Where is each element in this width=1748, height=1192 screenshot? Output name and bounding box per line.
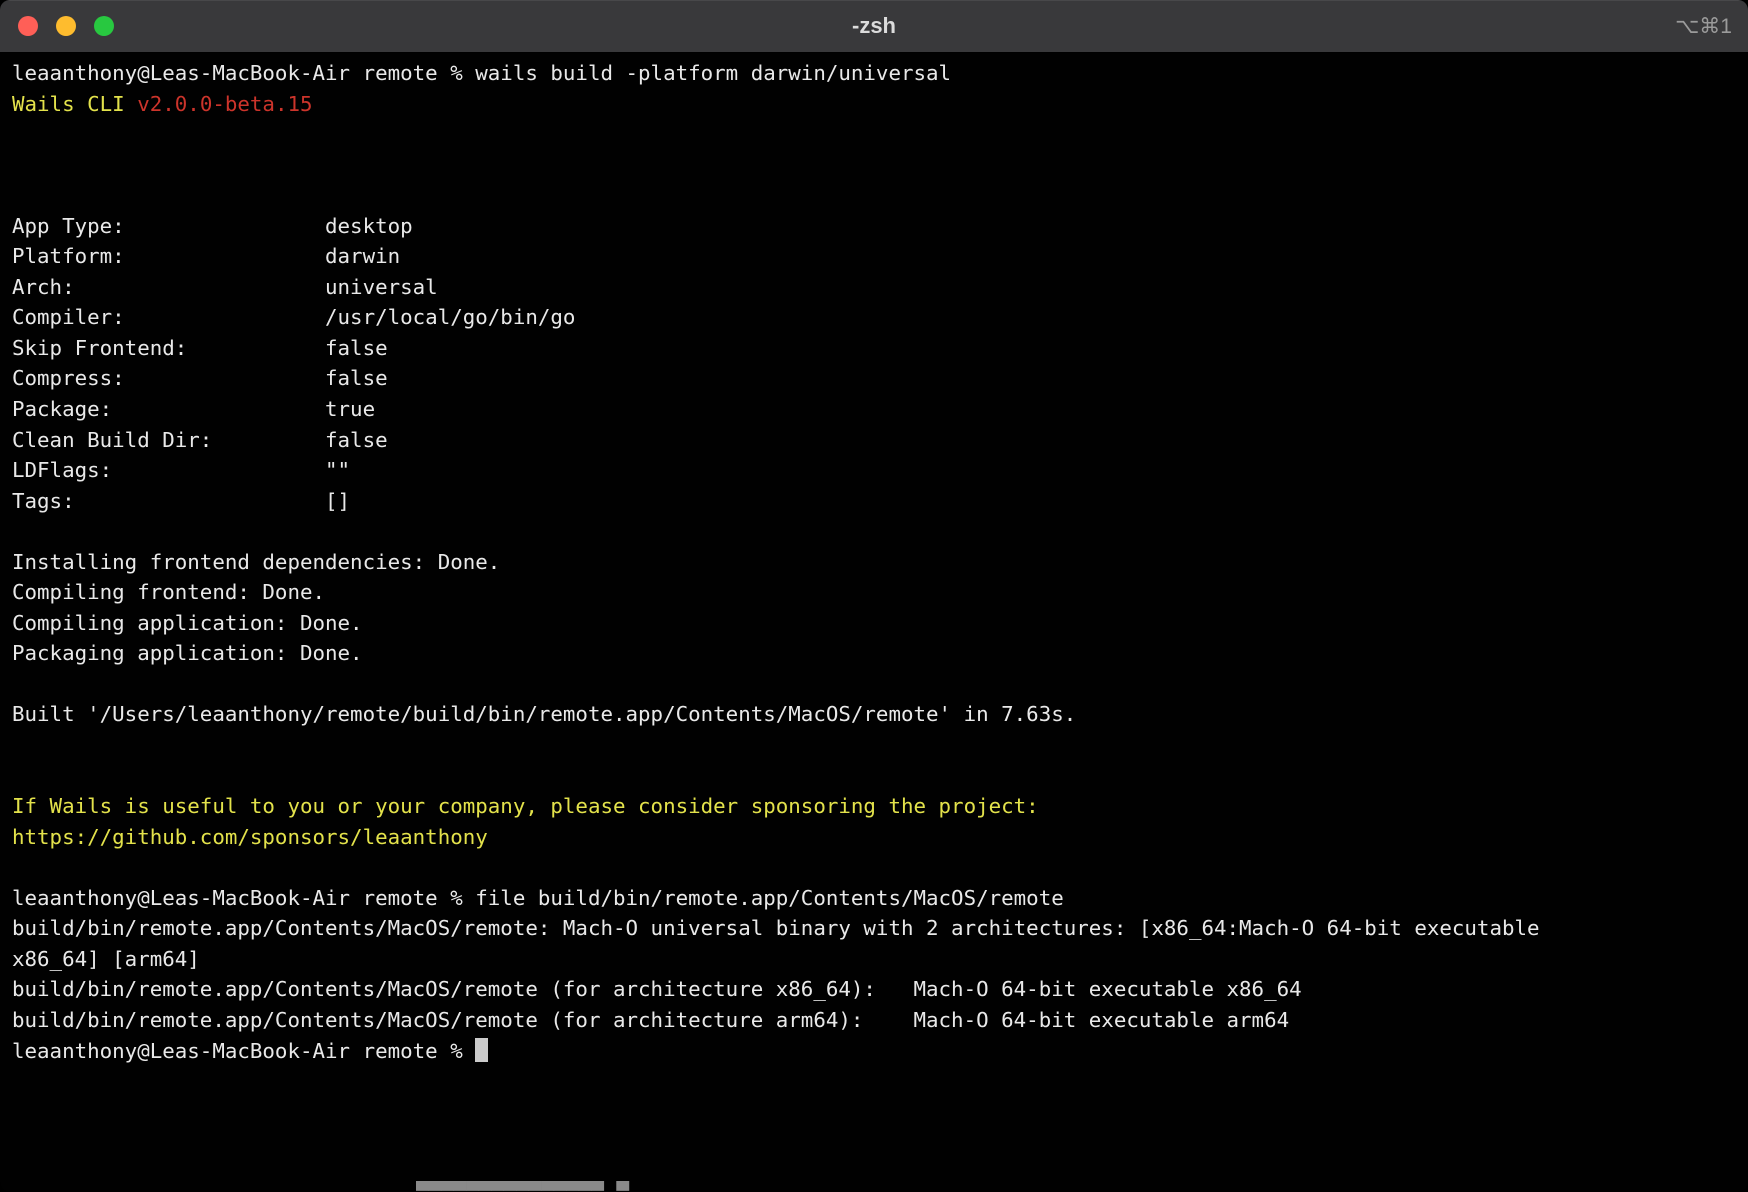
clipped-line-artifact: ▀▀▀▀▀▀▀▀▀▀▀▀▀▀▀ ▀ xyxy=(416,1181,1748,1192)
terminal-text-segment: If Wails is useful to you or your compan… xyxy=(12,794,1039,818)
terminal-line: Compress: false xyxy=(12,363,1736,394)
terminal-line xyxy=(12,180,1736,211)
terminal-text-segment: Compiling frontend: Done. xyxy=(12,580,325,604)
terminal-text-segment: Arch: universal xyxy=(12,275,438,299)
terminal-text-segment: leaanthony@Leas-MacBook-Air remote % xyxy=(12,1039,475,1063)
terminal-text-segment: Platform: darwin xyxy=(12,244,400,268)
terminal-body[interactable]: leaanthony@Leas-MacBook-Air remote % wai… xyxy=(0,53,1748,1181)
terminal-line: Packaging application: Done. xyxy=(12,638,1736,669)
terminal-line xyxy=(12,761,1736,792)
terminal-line: LDFlags: "" xyxy=(12,455,1736,486)
terminal-text-segment: build/bin/remote.app/Contents/MacOS/remo… xyxy=(12,916,1540,940)
terminal-line: build/bin/remote.app/Contents/MacOS/remo… xyxy=(12,974,1736,1005)
terminal-line: x86_64] [arm64] xyxy=(12,944,1736,975)
terminal-text-segment: leaanthony@Leas-MacBook-Air remote % wai… xyxy=(12,61,951,85)
window-title: -zsh xyxy=(0,0,1748,52)
terminal-text-segment: Package: true xyxy=(12,397,375,421)
terminal-line: leaanthony@Leas-MacBook-Air remote % xyxy=(12,1036,1736,1067)
terminal-line: Package: true xyxy=(12,394,1736,425)
zoom-button[interactable] xyxy=(94,16,114,36)
terminal-line: Tags: [] xyxy=(12,486,1736,517)
terminal-line xyxy=(12,730,1736,761)
terminal-line: build/bin/remote.app/Contents/MacOS/remo… xyxy=(12,913,1736,944)
cursor xyxy=(475,1038,488,1062)
terminal-line: Compiler: /usr/local/go/bin/go xyxy=(12,302,1736,333)
terminal-line xyxy=(12,119,1736,150)
terminal-line: Compiling application: Done. xyxy=(12,608,1736,639)
terminal-line xyxy=(12,516,1736,547)
terminal-text-segment: build/bin/remote.app/Contents/MacOS/remo… xyxy=(12,1008,1289,1032)
terminal-line: Platform: darwin xyxy=(12,241,1736,272)
traffic-lights xyxy=(0,16,114,36)
terminal-line: leaanthony@Leas-MacBook-Air remote % wai… xyxy=(12,58,1736,89)
terminal-text-segment: Skip Frontend: false xyxy=(12,336,388,360)
terminal-line: Skip Frontend: false xyxy=(12,333,1736,364)
terminal-window: -zsh ⌥⌘1 leaanthony@Leas-MacBook-Air rem… xyxy=(0,0,1748,1192)
terminal-line: Wails CLI v2.0.0-beta.15 xyxy=(12,89,1736,120)
terminal-text-segment: Clean Build Dir: false xyxy=(12,428,388,452)
terminal-line: Built '/Users/leaanthony/remote/build/bi… xyxy=(12,699,1736,730)
title-bar[interactable]: -zsh ⌥⌘1 xyxy=(0,0,1748,53)
terminal-text-segment: x86_64] [arm64] xyxy=(12,947,200,971)
terminal-text-segment: Wails CLI xyxy=(12,92,137,116)
terminal-line xyxy=(12,852,1736,883)
terminal-text-segment: https://github.com/sponsors/leaanthony xyxy=(12,825,488,849)
terminal-text-segment: Installing frontend dependencies: Done. xyxy=(12,550,500,574)
terminal-text-segment: Built '/Users/leaanthony/remote/build/bi… xyxy=(12,702,1076,726)
terminal-line: If Wails is useful to you or your compan… xyxy=(12,791,1736,822)
terminal-line: App Type: desktop xyxy=(12,211,1736,242)
terminal-text-segment: build/bin/remote.app/Contents/MacOS/remo… xyxy=(12,977,1302,1001)
terminal-line: leaanthony@Leas-MacBook-Air remote % fil… xyxy=(12,883,1736,914)
terminal-text-segment: LDFlags: "" xyxy=(12,458,350,482)
terminal-text-segment: App Type: desktop xyxy=(12,214,413,238)
terminal-text-segment: leaanthony@Leas-MacBook-Air remote % fil… xyxy=(12,886,1064,910)
terminal-text-segment: Compiling application: Done. xyxy=(12,611,363,635)
terminal-line: build/bin/remote.app/Contents/MacOS/remo… xyxy=(12,1005,1736,1036)
terminal-text-segment: Packaging application: Done. xyxy=(12,641,363,665)
terminal-line: Clean Build Dir: false xyxy=(12,425,1736,456)
terminal-line: Compiling frontend: Done. xyxy=(12,577,1736,608)
window-shortcut-hint: ⌥⌘1 xyxy=(1675,0,1732,52)
terminal-line xyxy=(12,150,1736,181)
terminal-text-segment: Compress: false xyxy=(12,366,388,390)
terminal-line: Arch: universal xyxy=(12,272,1736,303)
terminal-text-segment: Tags: [] xyxy=(12,489,350,513)
terminal-line xyxy=(12,669,1736,700)
terminal-line: Installing frontend dependencies: Done. xyxy=(12,547,1736,578)
terminal-line: https://github.com/sponsors/leaanthony xyxy=(12,822,1736,853)
terminal-text-segment: Compiler: /usr/local/go/bin/go xyxy=(12,305,575,329)
close-button[interactable] xyxy=(18,16,38,36)
terminal-text-segment: v2.0.0-beta.15 xyxy=(137,92,312,116)
minimize-button[interactable] xyxy=(56,16,76,36)
